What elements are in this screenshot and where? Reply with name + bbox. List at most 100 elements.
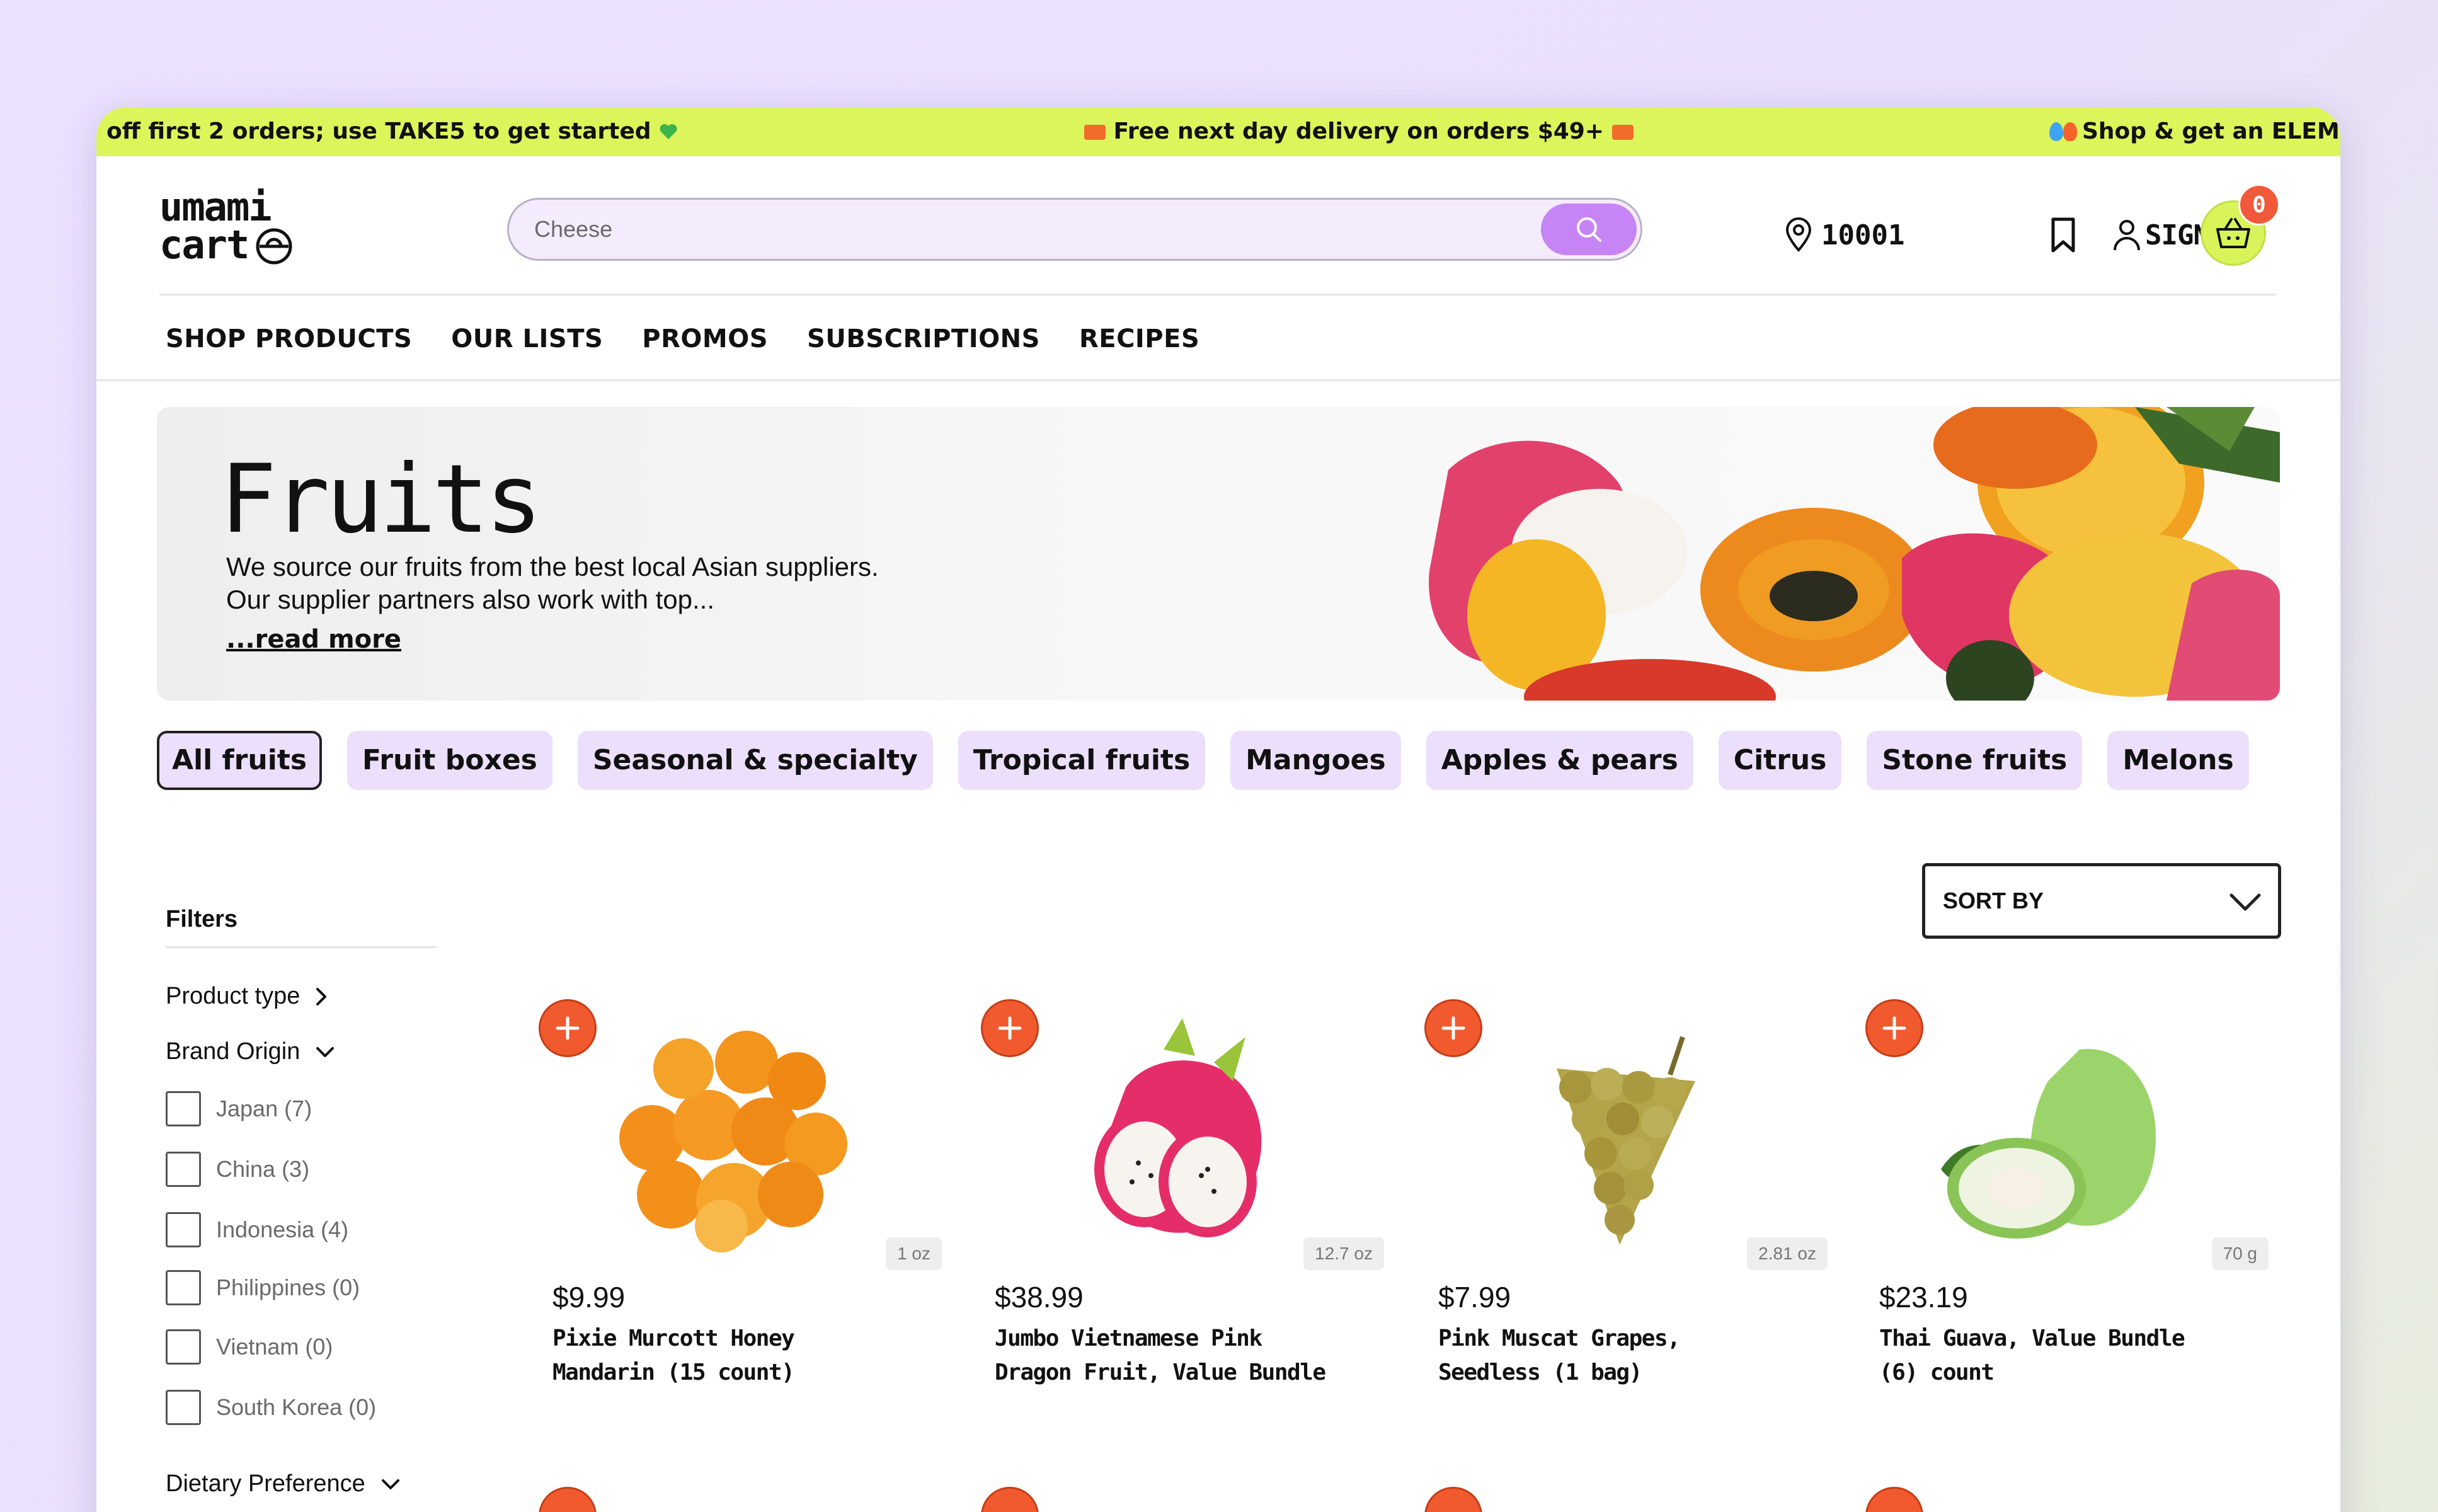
product-price: $9.99 [552, 1281, 626, 1314]
add-to-cart-button[interactable] [539, 999, 597, 1057]
checkbox[interactable] [166, 1152, 201, 1187]
origin-option-philippines[interactable]: Philippines (0) [166, 1270, 360, 1305]
truck-icon [1084, 125, 1106, 140]
nav-our-lists[interactable]: OUR LISTS [451, 324, 603, 353]
filter-product-type[interactable]: Product type [166, 983, 328, 1010]
app-window: off first 2 orders; use TAKE5 to get sta… [96, 107, 2340, 1512]
product-image-dragon-fruit [1094, 1018, 1262, 1237]
header-divider [159, 294, 2276, 295]
chip-stone-fruits[interactable]: Stone fruits [1867, 731, 2083, 790]
product-name[interactable]: Pink Muscat Grapes, Seedless (1 bag) [1438, 1322, 1791, 1390]
chip-tropical-fruits[interactable]: Tropical fruits [958, 731, 1206, 790]
promo-left: off first 2 orders; use TAKE5 to get sta… [106, 107, 678, 156]
product-price: $23.19 [1879, 1281, 1968, 1314]
product-weight: 12.7 oz [1303, 1237, 1384, 1270]
location-zip[interactable]: 10001 [1785, 213, 1904, 257]
checkbox[interactable] [166, 1212, 201, 1247]
add-to-cart-button[interactable] [1865, 999, 1923, 1057]
plus-icon [556, 1016, 580, 1040]
product-card[interactable]: 2.81 oz $7.99 Pink Muscat Grapes, Seedle… [1424, 999, 1828, 1453]
chip-fruit-boxes[interactable]: Fruit boxes [347, 731, 552, 790]
add-to-cart-button[interactable] [981, 1487, 1039, 1512]
product-name[interactable]: Jumbo Vietnamese Pink Dragon Fruit, Valu… [995, 1322, 1348, 1390]
product-price: $7.99 [1438, 1281, 1511, 1314]
bookmark-icon [2051, 217, 2075, 253]
filter-brand-origin[interactable]: Brand Origin [166, 1038, 335, 1065]
add-to-cart-button[interactable] [981, 999, 1039, 1057]
nav-promos[interactable]: PROMOS [642, 324, 768, 353]
product-weight: 70 g [2211, 1237, 2269, 1270]
origin-option-china[interactable]: China (3) [166, 1152, 309, 1187]
promo-center: Free next day delivery on orders $49+ [1084, 107, 1634, 156]
sort-by-dropdown[interactable]: SORT BY [1922, 863, 2281, 939]
location-pin-icon [1785, 217, 1812, 252]
origin-option-japan[interactable]: Japan (7) [166, 1091, 312, 1126]
hero-description: We source our fruits from the best local… [226, 552, 879, 614]
add-to-cart-button[interactable] [539, 1487, 597, 1512]
search-icon [1577, 217, 1601, 242]
product-image-guava [1941, 1049, 2156, 1239]
add-to-cart-button[interactable] [1424, 1487, 1482, 1512]
promo-bar[interactable]: off first 2 orders; use TAKE5 to get sta… [96, 107, 2340, 156]
fire-icon [2063, 122, 2077, 141]
promo-right: Shop & get an ELEM... [2049, 107, 2340, 156]
category-hero-banner: Fruits We source our fruits from the bes… [157, 407, 2280, 701]
filters-title: Filters [166, 906, 238, 932]
product-image-mandarins [619, 1031, 847, 1252]
product-price: $38.99 [995, 1281, 1084, 1314]
checkbox[interactable] [166, 1329, 201, 1365]
chevron-down-icon [381, 1479, 399, 1489]
search-button[interactable] [1541, 203, 1637, 255]
plus-icon [998, 1016, 1022, 1040]
chip-seasonal-specialty[interactable]: Seasonal & specialty [577, 731, 933, 790]
chevron-right-icon [316, 987, 327, 1005]
filter-dietary-preference[interactable]: Dietary Preference [166, 1470, 401, 1498]
fruits-hero-image [1429, 407, 2280, 701]
product-card[interactable]: 12.7 oz $38.99 Jumbo Vietnamese Pink Dra… [981, 999, 1384, 1453]
truck-icon [1611, 125, 1634, 140]
filters-divider [166, 946, 437, 948]
add-to-cart-button[interactable] [1424, 999, 1482, 1057]
main-nav: SHOP PRODUCTS OUR LISTS PROMOS SUBSCRIPT… [166, 324, 1199, 353]
droplet-icon [2049, 122, 2063, 141]
product-weight: 2.81 oz [1747, 1237, 1828, 1270]
user-icon [2114, 220, 2140, 251]
basket-icon [2216, 218, 2250, 248]
chevron-down-icon [2229, 893, 2261, 911]
checkbox[interactable] [166, 1390, 201, 1425]
chip-all-fruits[interactable]: All fruits [157, 731, 323, 790]
cart-count-badge: 0 [2238, 184, 2280, 226]
plus-icon [1882, 1016, 1906, 1040]
page-title: Fruits [220, 445, 542, 554]
chip-melons[interactable]: Melons [2107, 731, 2249, 790]
nav-recipes[interactable]: RECIPES [1079, 324, 1199, 353]
origin-option-south-korea[interactable]: South Korea (0) [166, 1390, 376, 1425]
bowl-icon [256, 228, 292, 265]
plus-icon [1441, 1016, 1465, 1040]
checkbox[interactable] [166, 1091, 201, 1126]
saved-lists-button[interactable] [2049, 213, 2077, 257]
chip-mangoes[interactable]: Mangoes [1230, 731, 1401, 790]
nav-subscriptions[interactable]: SUBSCRIPTIONS [807, 324, 1040, 353]
checkbox[interactable] [166, 1270, 201, 1305]
nav-divider [96, 379, 2340, 381]
chevron-down-icon [316, 1046, 335, 1057]
search-bar [507, 198, 1642, 261]
product-weight: 1 oz [886, 1237, 942, 1270]
green-heart-icon [660, 124, 677, 139]
product-card[interactable]: 70 g $23.19 Thai Guava, Value Bundle (6)… [1865, 999, 2269, 1453]
chip-citrus[interactable]: Citrus [1718, 731, 1842, 790]
product-name[interactable]: Pixie Murcott Honey Mandarin (15 count) [552, 1322, 905, 1390]
product-card[interactable]: 1 oz $9.99 Pixie Murcott Honey Mandarin … [539, 999, 942, 1453]
add-to-cart-button[interactable] [1865, 1487, 1923, 1512]
search-input[interactable] [534, 200, 1479, 259]
logo[interactable]: umami cart [159, 188, 311, 265]
nav-shop-products[interactable]: SHOP PRODUCTS [166, 324, 412, 353]
product-image-grapes [1557, 1036, 1695, 1245]
category-chips: All fruits Fruit boxes Seasonal & specia… [157, 731, 2249, 790]
origin-option-vietnam[interactable]: Vietnam (0) [166, 1329, 333, 1365]
read-more-link[interactable]: ...read more [226, 625, 401, 654]
chip-apples-pears[interactable]: Apples & pears [1426, 731, 1693, 790]
origin-option-indonesia[interactable]: Indonesia (4) [166, 1212, 348, 1247]
product-name[interactable]: Thai Guava, Value Bundle (6) count [1879, 1322, 2232, 1390]
